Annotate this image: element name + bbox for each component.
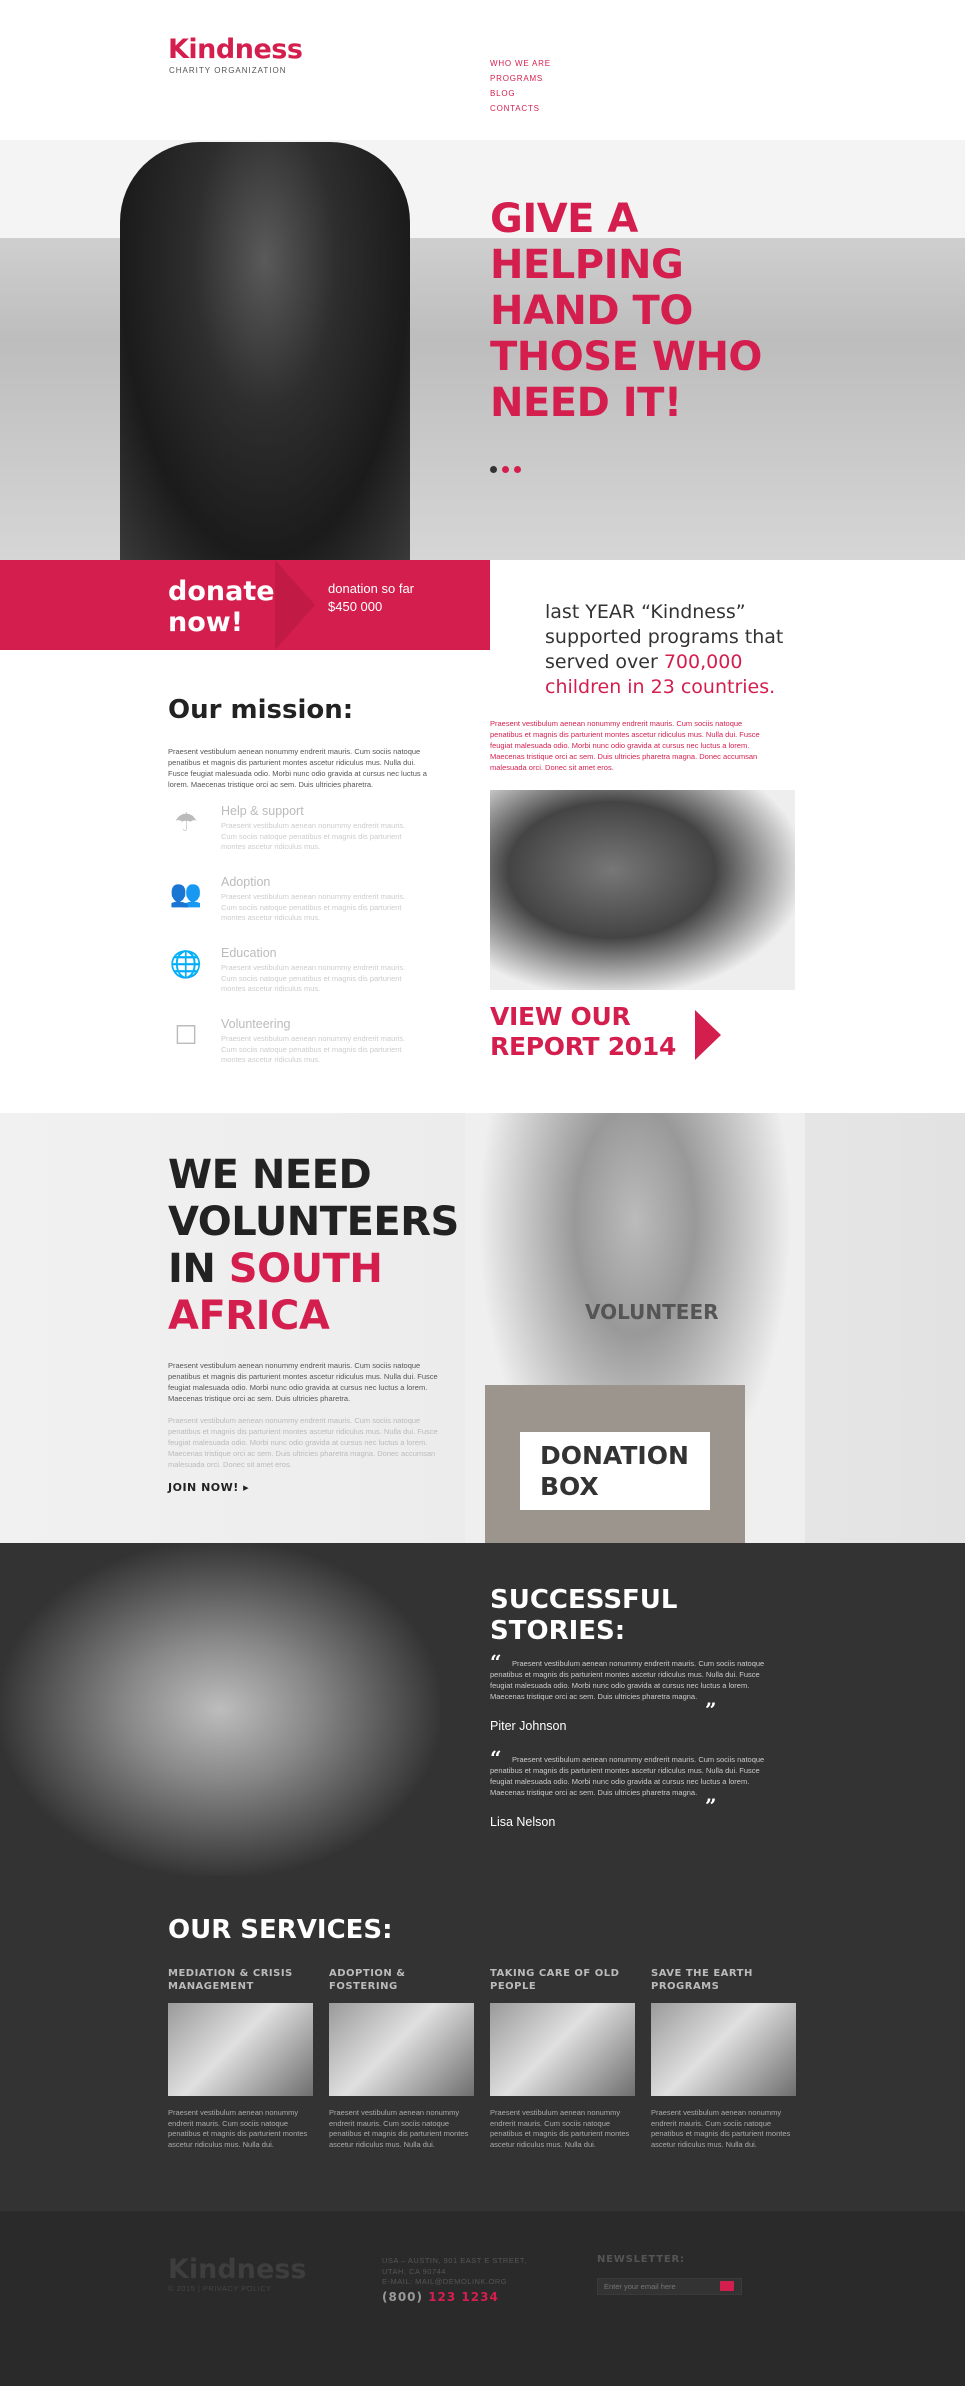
mission-item-title: Adoption [221, 875, 271, 889]
stories-title: SUCCESSFUL STORIES: [490, 1585, 678, 1646]
open-quote-icon: “ [490, 1746, 502, 1770]
story-quote-2: “ Praesent vestibulum aenean nonummy end… [490, 1746, 770, 1818]
logo-subtitle: CHARITY ORGANIZATION [169, 66, 287, 75]
hero-child-photo [120, 142, 410, 560]
story-quote-1: “ Praesent vestibulum aenean nonummy end… [490, 1650, 770, 1722]
slider-dot-2[interactable] [502, 466, 509, 473]
volunteers-title: WE NEED VOLUNTEERS IN SOUTH AFRICA [168, 1152, 468, 1340]
donate-button[interactable]: donate now! [168, 576, 278, 638]
quote-text: Praesent vestibulum aenean nonummy endre… [490, 1659, 765, 1701]
slider-dot-3[interactable] [514, 466, 521, 473]
volunteer-shirt-text: VOLUNTEER [585, 1300, 719, 1324]
services-section [0, 1876, 965, 2211]
stat-text: last YEAR “Kindness” supported programs … [545, 600, 815, 700]
nav-who-we-are[interactable]: WHO WE ARE [490, 56, 551, 71]
mission-item-text: Praesent vestibulum aenean nonummy endre… [221, 821, 406, 851]
service-image [651, 2003, 796, 2096]
email-link[interactable]: E-MAIL: MAIL@DEMOLINK.ORG [382, 2277, 527, 2288]
service-card[interactable]: TAKING CARE OF OLD PEOPLE Praesent vesti… [490, 1967, 635, 2150]
footer-address: USA – AUSTIN, 901 EAST E STREET, UTAH, C… [382, 2256, 527, 2288]
mission-item-text: Praesent vestibulum aenean nonummy endre… [221, 963, 406, 993]
service-text: Praesent vestibulum aenean nonummy endre… [490, 2108, 630, 2149]
service-image [490, 2003, 635, 2096]
service-card[interactable]: ADOPTION & FOSTERING Praesent vestibulum… [329, 1967, 474, 2150]
service-title: SAVE THE EARTH PROGRAMS [651, 1968, 753, 1992]
address-line-1: USA – AUSTIN, 901 EAST E STREET, [382, 2256, 527, 2265]
phone-prefix: (800) [382, 2290, 429, 2304]
volunteers-text-2: Praesent vestibulum aenean nonummy endre… [168, 1416, 438, 1469]
close-quote-icon: ” [705, 1698, 717, 1722]
mission-item-adoption: 👥 Adoption Praesent vestibulum aenean no… [168, 875, 438, 935]
service-image [329, 2003, 474, 2096]
service-text: Praesent vestibulum aenean nonummy endre… [329, 2108, 469, 2149]
service-text: Praesent vestibulum aenean nonummy endre… [651, 2108, 791, 2149]
newsletter-title: NEWSLETTER: [597, 2254, 685, 2265]
service-text: Praesent vestibulum aenean nonummy endre… [168, 2108, 308, 2149]
service-title: TAKING CARE OF OLD PEOPLE [490, 1968, 620, 1992]
donation-amount: $450 000 [328, 599, 383, 614]
umbrella-icon: ☂ [174, 807, 198, 837]
mission-item-volunteering: ☐ Volunteering Praesent vestibulum aenea… [168, 1017, 438, 1077]
volunteers-text: Praesent vestibulum aenean nonummy endre… [168, 1361, 438, 1403]
mission-item-title: Volunteering [221, 1017, 291, 1031]
donate-arrow-shape [275, 560, 315, 650]
mission-item-title: Education [221, 946, 277, 960]
mission-item-help: ☂ Help & support Praesent vestibulum aen… [168, 804, 438, 864]
stat-description: Praesent vestibulum aenean nonummy endre… [490, 719, 760, 772]
kids-photo [490, 790, 795, 990]
donation-box-label: DONATION BOX [520, 1432, 710, 1510]
slider-dots [490, 466, 521, 473]
mission-item-text: Praesent vestibulum aenean nonummy endre… [221, 1034, 406, 1064]
service-title: MEDIATION & CRISIS MANAGEMENT [168, 1968, 293, 1992]
join-label: JOIN NOW! [168, 1481, 239, 1494]
volunteers-text-secondary: Praesent vestibulum aenean nonummy endre… [168, 1415, 443, 1470]
box-icon: ☐ [174, 1020, 198, 1050]
nav-contacts[interactable]: CONTACTS [490, 101, 551, 116]
report-arrow-icon[interactable] [695, 1010, 721, 1060]
footer-copyright[interactable]: © 2015 | PRIVACY POLICY [168, 2284, 272, 2293]
phone-number: 123 1234 [428, 2290, 499, 2304]
address-line-2: UTAH, CA 90744 [382, 2266, 446, 2276]
stories-photo [0, 1543, 440, 1876]
join-now-link[interactable]: JOIN NOW! ▸ [168, 1481, 249, 1494]
open-quote-icon: “ [490, 1650, 502, 1674]
quote-text: Praesent vestibulum aenean nonummy endre… [490, 1755, 765, 1797]
mission-item-education: 🌐 Education Praesent vestibulum aenean n… [168, 946, 438, 1006]
report-link[interactable]: VIEW OUR REPORT 2014 [490, 1002, 700, 1062]
donation-label: donation so far [328, 581, 415, 596]
nav-programs[interactable]: PROGRAMS [490, 71, 551, 86]
mission-title: Our mission: [168, 695, 354, 725]
site-logo[interactable]: Kindness [168, 34, 303, 65]
footer-logo[interactable]: Kindness [168, 2254, 306, 2285]
globe-icon: 🌐 [169, 949, 203, 979]
donation-total: donation so far $450 000 [328, 580, 414, 616]
mission-text: Praesent vestibulum aenean nonummy endre… [168, 747, 427, 789]
nav-blog[interactable]: BLOG [490, 86, 551, 101]
service-card[interactable]: SAVE THE EARTH PROGRAMS Praesent vestibu… [651, 1967, 796, 2150]
hero-title: GIVE A HELPING HAND TO THOSE WHO NEED IT… [490, 196, 762, 426]
mission-item-title: Help & support [221, 804, 304, 818]
service-title: ADOPTION & FOSTERING [329, 1968, 406, 1992]
service-image [168, 2003, 313, 2096]
mail-icon[interactable] [720, 2281, 734, 2291]
footer-phone: (800) 123 1234 [382, 2290, 499, 2304]
quote-author: Piter Johnson [490, 1719, 567, 1733]
mission-item-text: Praesent vestibulum aenean nonummy endre… [221, 892, 406, 922]
quote-author: Lisa Nelson [490, 1815, 556, 1829]
close-quote-icon: ” [705, 1794, 717, 1818]
main-nav: WHO WE ARE PROGRAMS BLOG CONTACTS [490, 56, 551, 116]
services-title: OUR SERVICES: [168, 1915, 393, 1945]
chevron-right-icon: ▸ [243, 1481, 250, 1494]
people-icon: 👥 [169, 878, 203, 908]
service-card[interactable]: MEDIATION & CRISIS MANAGEMENT Praesent v… [168, 1967, 313, 2150]
slider-dot-1[interactable] [490, 466, 497, 473]
